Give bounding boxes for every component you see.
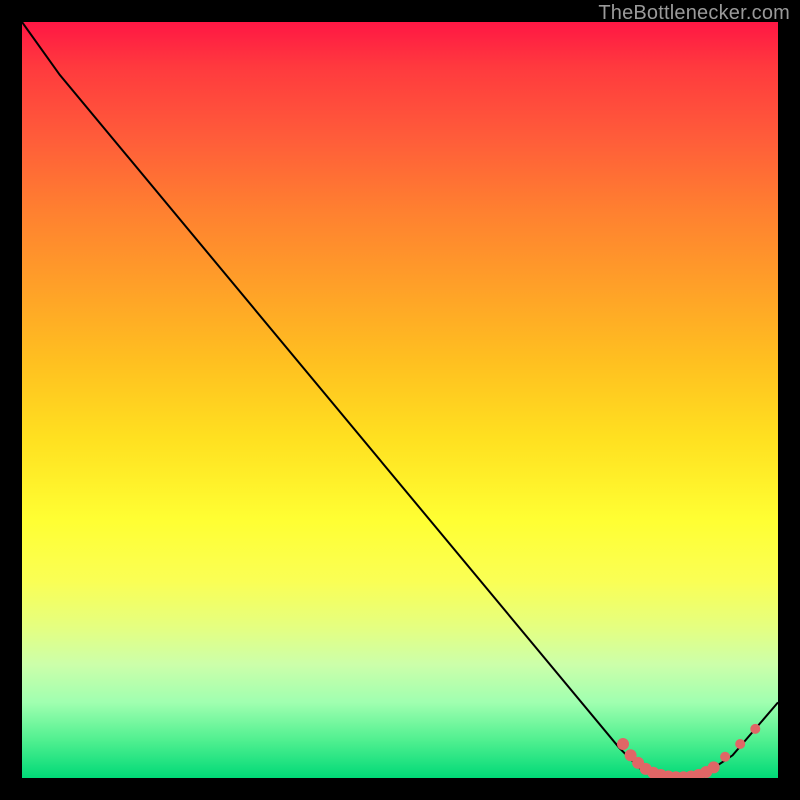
chart-svg [22, 22, 778, 778]
curve-line [22, 22, 778, 778]
marker-dot [720, 752, 730, 762]
marker-dot [708, 761, 720, 773]
attribution-text: TheBottlenecker.com [598, 2, 790, 25]
chart-container: TheBottlenecker.com [0, 0, 800, 800]
bottleneck-curve-path [22, 22, 778, 778]
marker-dot [735, 739, 745, 749]
optimal-zone-markers [617, 724, 760, 778]
marker-dot [617, 738, 629, 750]
plot-area [22, 22, 778, 778]
marker-dot [750, 724, 760, 734]
